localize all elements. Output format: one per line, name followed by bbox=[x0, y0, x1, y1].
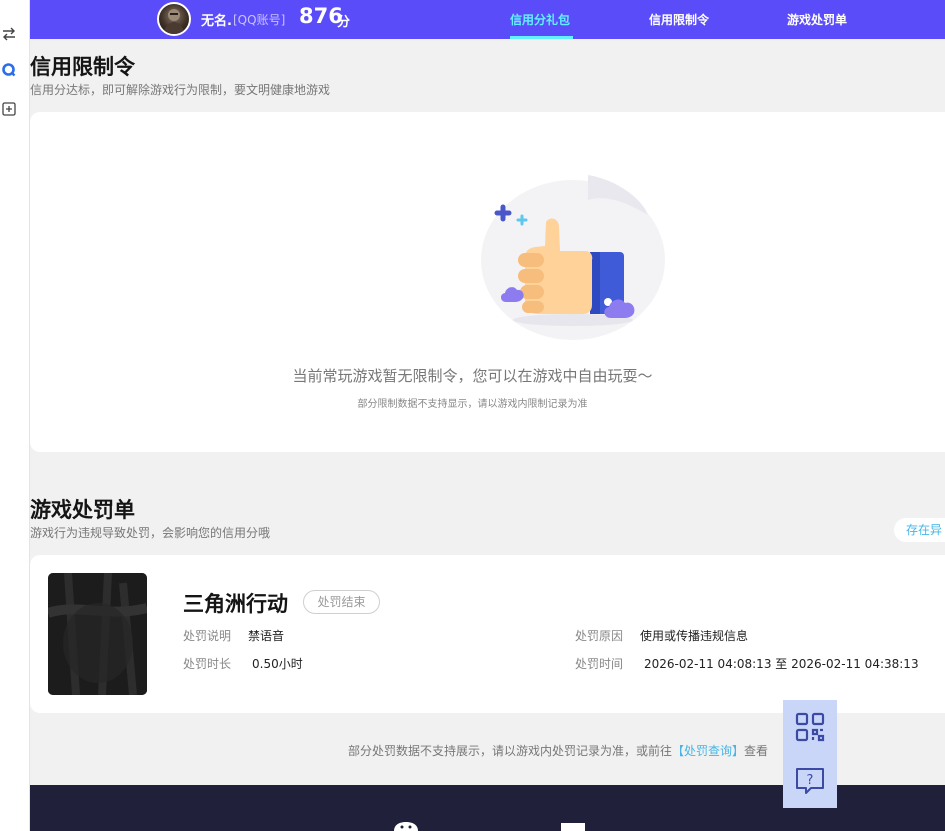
game-thumbnail bbox=[48, 573, 147, 695]
desc-value: 禁语音 bbox=[248, 629, 285, 643]
time-end: 2026-02-11 04:38:13 bbox=[791, 657, 919, 671]
active-tab-indicator bbox=[510, 36, 573, 39]
reason-label: 处罚原因 bbox=[575, 629, 624, 643]
penalty-query-link[interactable]: 【处罚查询】 bbox=[672, 744, 744, 758]
penalty-data-note: 部分处罚数据不支持展示，请以游戏内处罚记录为准，或前往【处罚查询】查看 bbox=[348, 742, 768, 759]
duration-value: 0.50小时 bbox=[252, 657, 303, 671]
reason-value: 使用或传播违规信息 bbox=[640, 629, 749, 643]
time-separator: 至 bbox=[775, 657, 788, 671]
help-chat-icon: ? bbox=[796, 768, 824, 794]
qr-code-button[interactable] bbox=[783, 700, 837, 754]
footer-doc-icon bbox=[561, 823, 585, 831]
note-text-tail: 查看 bbox=[744, 744, 769, 758]
tab-game-penalty[interactable]: 游戏处罚单 bbox=[787, 11, 847, 28]
user-name: 无名. bbox=[201, 14, 232, 29]
game-name: 三角洲行动 bbox=[183, 592, 288, 616]
store-abnormal-button[interactable]: 存在异 bbox=[894, 518, 945, 542]
add-box-icon[interactable] bbox=[0, 100, 18, 118]
time-label: 处罚时间 bbox=[575, 657, 624, 671]
qq-search-icon[interactable] bbox=[0, 61, 18, 79]
account-type: [QQ账号] bbox=[233, 13, 286, 27]
note-text: 部分处罚数据不支持展示，请以游戏内处罚记录为准，或前往 bbox=[348, 744, 673, 758]
footer-logo-icon bbox=[394, 822, 418, 831]
penalty-card bbox=[30, 555, 945, 713]
status-badge: 处罚结束 bbox=[303, 590, 380, 614]
svg-text:?: ? bbox=[807, 773, 814, 788]
avatar[interactable] bbox=[157, 2, 191, 36]
time-start: 2026-02-11 04:08:13 bbox=[644, 657, 772, 671]
duration-label: 处罚时长 bbox=[183, 657, 232, 671]
side-rail bbox=[0, 0, 30, 831]
qr-code-icon bbox=[795, 712, 825, 742]
time-range: 2026-02-11 04:08:13 至 2026-02-11 04:38:1… bbox=[644, 655, 919, 672]
restriction-title: 信用限制令 bbox=[30, 55, 135, 79]
restriction-data-note: 部分限制数据不支持显示，请以游戏内限制记录为准 bbox=[357, 399, 588, 410]
penalty-subtitle: 游戏行为违规导致处罚，会影响您的信用分哦 bbox=[30, 526, 271, 540]
restriction-subtitle: 信用分达标，即可解除游戏行为限制，要文明健康地游戏 bbox=[30, 83, 331, 97]
thumbs-up-illustration bbox=[481, 175, 665, 340]
tab-credit-restriction[interactable]: 信用限制令 bbox=[649, 11, 709, 28]
swap-icon[interactable] bbox=[0, 25, 18, 43]
no-restriction-message: 当前常玩游戏暂无限制令，您可以在游戏中自由玩耍～ bbox=[292, 367, 653, 385]
desc-label: 处罚说明 bbox=[183, 629, 232, 643]
score-unit: 分 bbox=[337, 15, 351, 30]
help-button[interactable]: ? bbox=[783, 754, 837, 808]
penalty-title: 游戏处罚单 bbox=[30, 498, 135, 522]
tab-credit-gift[interactable]: 信用分礼包 bbox=[510, 11, 570, 28]
